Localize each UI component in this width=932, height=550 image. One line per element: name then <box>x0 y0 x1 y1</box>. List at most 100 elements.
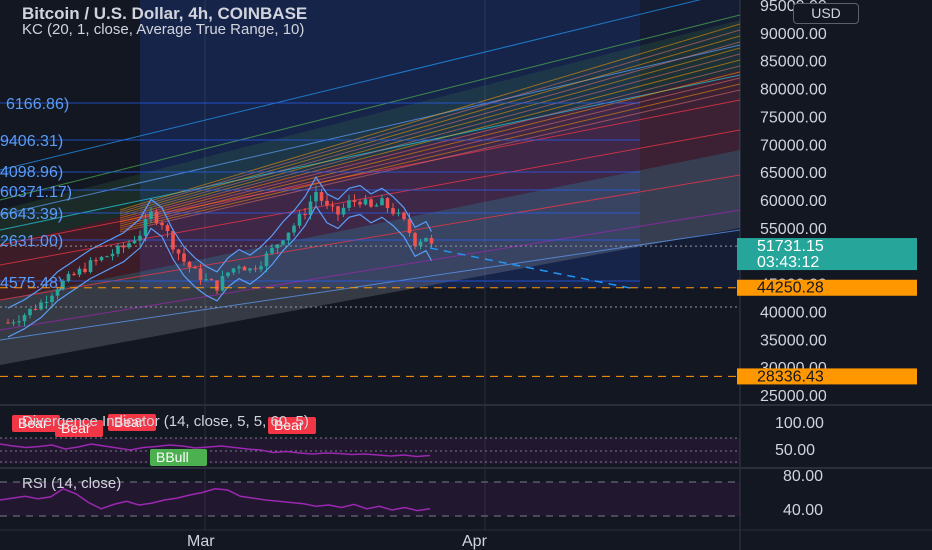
rsi-legend[interactable]: RSI (14, close) <box>22 475 121 492</box>
candle-body <box>237 266 241 269</box>
candle-body <box>28 308 32 316</box>
candle-body <box>220 276 225 291</box>
fib-level-label: 6166.86) <box>6 96 69 113</box>
price-tick-label: 70000.00 <box>760 137 827 154</box>
candle-body <box>176 249 181 254</box>
price-chart-canvas[interactable]: 6166.86) 9406.31) 4098.96) 60371.17) 6643.39… <box>0 0 932 550</box>
candle-body <box>110 253 115 257</box>
candle-body <box>352 200 357 202</box>
candle-body <box>374 205 379 207</box>
candle-body <box>165 225 170 232</box>
fib-level-label: 9406.31) <box>0 133 63 150</box>
candle-body <box>22 315 27 322</box>
countdown-label: 03:43:12 <box>757 254 819 271</box>
candle-body <box>259 266 263 270</box>
price-tick-label: 80000.00 <box>760 82 827 99</box>
candle-body <box>72 274 76 276</box>
candle-body <box>132 240 137 244</box>
divergence-tick-label: 100.00 <box>775 415 824 432</box>
candle-body <box>297 214 302 226</box>
candle-body <box>39 302 43 310</box>
drawing-zones <box>0 0 740 365</box>
candle-body <box>231 268 236 273</box>
price-tick-label: 90000.00 <box>760 26 827 43</box>
candle-body <box>429 237 434 244</box>
price-tag-label: 28336.43 <box>757 368 824 385</box>
candle-body <box>413 232 417 246</box>
candle-body <box>143 218 148 236</box>
candle-body <box>116 245 120 254</box>
candle-body <box>281 240 285 245</box>
price-tag-label: 51731.15 <box>757 238 824 255</box>
candle-body <box>171 231 175 250</box>
candle-body <box>209 279 214 281</box>
candle-body <box>396 212 401 214</box>
fib-level-label: 4575.48) <box>0 275 63 292</box>
candle-body <box>358 201 362 205</box>
price-tick-label: 55000.00 <box>760 221 827 238</box>
candle-body <box>215 280 219 291</box>
candle-body <box>11 322 16 324</box>
keltner-channel-legend[interactable]: KC (20, 1, close, Average True Range, 10… <box>22 21 304 38</box>
candle-body <box>193 267 197 269</box>
candle-body <box>303 214 307 216</box>
candle-body <box>407 218 412 233</box>
candle-body <box>253 268 258 270</box>
candle-body <box>314 192 318 202</box>
candle-body <box>127 243 131 248</box>
candle-body <box>286 232 291 241</box>
candle-body <box>369 199 373 207</box>
candle-body <box>363 199 368 205</box>
candle-body <box>138 235 142 241</box>
fib-level-label: 2631.00) <box>0 233 63 250</box>
price-tick-label: 75000.00 <box>760 109 827 126</box>
candle-body <box>330 205 335 207</box>
candle-body <box>6 322 10 324</box>
trading-chart[interactable]: 6166.86) 9406.31) 4098.96) 60371.17) 6643.39… <box>0 0 932 550</box>
candle-body <box>83 268 87 273</box>
candle-body <box>99 256 104 261</box>
candle-body <box>154 211 159 223</box>
price-tick-label: 40000.00 <box>760 304 827 321</box>
rsi-tick-label: 80.00 <box>783 468 823 485</box>
candle-body <box>66 274 71 281</box>
candle-body <box>319 192 324 201</box>
candle-body <box>336 206 340 215</box>
candle-body <box>204 279 208 281</box>
fib-level-label: 60371.17) <box>0 184 72 201</box>
time-tick-label: Mar <box>187 533 215 550</box>
divergence-indicator-legend[interactable]: Divergence Indicator (14, close, 5, 5, 6… <box>22 413 309 430</box>
price-tick-label: 25000.00 <box>760 388 827 405</box>
rsi-tick-label: 40.00 <box>783 502 823 519</box>
candle-body <box>347 200 351 208</box>
candle-body <box>33 308 38 310</box>
candle-body <box>391 208 395 214</box>
candle-body <box>341 207 346 215</box>
candle-body <box>44 302 49 304</box>
candle-body <box>94 260 98 262</box>
candle-body <box>226 272 230 277</box>
divergence-tick-label: 50.00 <box>775 442 815 459</box>
candle-body <box>264 253 269 267</box>
candle-body <box>17 321 21 323</box>
candle-body <box>248 268 252 271</box>
currency-button[interactable]: USD <box>793 3 859 24</box>
time-axis[interactable]: Mar Apr <box>187 533 488 550</box>
candle-body <box>385 198 390 209</box>
price-tag-label: 44250.28 <box>757 280 824 297</box>
candle-body <box>242 266 247 271</box>
candle-body <box>50 295 54 303</box>
price-tick-label: 60000.00 <box>760 193 827 210</box>
candle-body <box>292 225 296 233</box>
price-tick-label: 35000.00 <box>760 332 827 349</box>
candle-body <box>270 247 274 254</box>
candle-body <box>198 268 203 281</box>
price-tick-label: 65000.00 <box>760 165 827 182</box>
candle-body <box>402 212 406 219</box>
candle-body <box>325 200 329 206</box>
fib-level-label: 6643.39) <box>0 206 63 223</box>
fib-level-label: 4098.96) <box>0 164 63 181</box>
candle-body <box>424 237 428 242</box>
candle-body <box>418 241 423 246</box>
candle-body <box>182 253 186 262</box>
